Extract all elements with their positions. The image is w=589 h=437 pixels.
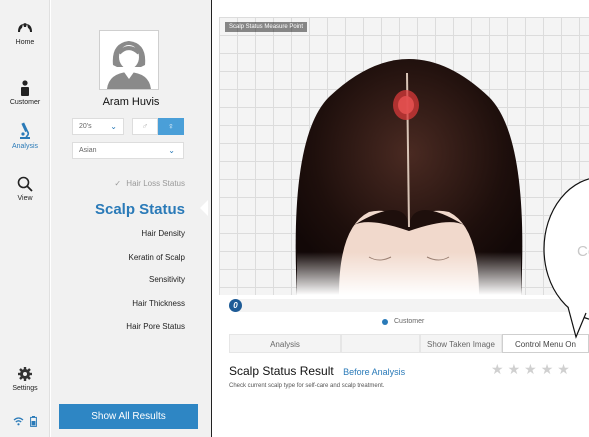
result-heading: Scalp Status Result [229,364,334,378]
star-icon: ★ [507,361,521,377]
profile-panel: Aram Huvis 20's ⌄ ♂ ♀ Asian ⌄ ✓ Hair Los… [51,0,211,437]
status-bar [0,416,50,427]
star-icon: ★ [540,361,554,377]
nav-label-home: Home [15,39,35,46]
viewport-label: Scalp Status Measure Point [225,22,308,32]
nav-rail: Home Customer Analysis View Settings [0,0,50,437]
timeline-knob[interactable]: 0 [229,299,242,312]
legend-label: Customer [394,318,425,325]
menu-item-hair-loss-status[interactable]: ✓ Hair Loss Status [114,179,185,188]
gender-female-toggle[interactable]: ♀ [158,118,184,135]
action-bar-spacer [341,334,420,353]
callout-bubble [543,178,589,339]
menu-item-label: Hair Loss Status [126,179,185,188]
nav-customer[interactable]: Customer [0,80,50,106]
microscope-icon [20,122,30,139]
magnifier-icon [17,176,33,192]
star-icon: ★ [491,361,504,377]
menu-item-hair-density[interactable]: Hair Density [141,229,185,238]
home-icon [18,23,32,32]
avatar[interactable] [99,30,159,90]
show-all-results-button[interactable]: Show All Results [59,404,198,429]
star-icon: ★ [524,361,537,377]
nav-view[interactable]: View [0,176,50,202]
scalp-viewport[interactable]: Scalp Status Measure Point [219,17,589,295]
age-value: 20's [79,123,92,130]
ethnicity-value: Asian [79,147,97,154]
callout-text: Co [577,243,589,260]
analysis-button[interactable]: Analysis [229,334,341,353]
male-icon: ♂ [141,121,149,131]
nav-analysis[interactable]: Analysis [0,122,50,150]
legend: Customer [382,318,424,325]
nav-settings[interactable]: Settings [0,366,50,392]
action-bar: Analysis Show Taken Image Control Menu O… [229,334,589,353]
nav-label-analysis: Analysis [11,143,39,150]
ethnicity-select[interactable]: Asian ⌄ [72,142,184,159]
active-menu-pointer [200,200,208,216]
menu-item-hair-thickness[interactable]: Hair Thickness [132,299,185,308]
menu-item-scalp-status[interactable]: Scalp Status [95,201,185,218]
show-taken-image-button[interactable]: Show Taken Image [420,334,502,353]
customer-icon [21,80,29,96]
battery-icon [30,416,37,427]
nav-home[interactable]: Home [0,22,50,46]
user-name: Aram Huvis [102,96,160,108]
result-description: Check current scalp type for self-care a… [229,383,385,389]
gender-male-toggle[interactable]: ♂ [132,118,158,135]
star-icon: ★ [557,361,570,377]
chevron-down-icon: ⌄ [168,146,175,155]
rating-stars: ★ ★ ★ ★ ★ [491,362,570,376]
age-select[interactable]: 20's ⌄ [72,118,124,135]
menu-item-sensitivity[interactable]: Sensitivity [149,275,185,284]
menu-item-keratin[interactable]: Keratin of Scalp [129,253,185,262]
gear-icon [18,367,32,381]
nav-label-settings: Settings [12,385,38,392]
user-avatar-icon [107,41,151,89]
timeline-slider[interactable]: 0 [229,299,589,312]
menu-item-hair-pore[interactable]: Hair Pore Status [126,322,185,331]
legend-dot-icon [382,318,388,325]
head-illustration [295,59,523,295]
chevron-down-icon: ⌄ [110,122,117,131]
checkmark-icon: ✓ [114,179,122,188]
female-icon: ♀ [167,121,175,131]
result-subtitle: Before Analysis [343,367,406,377]
result-title: Scalp Status Result Before Analysis [229,364,405,378]
nav-label-customer: Customer [9,99,41,106]
wifi-icon [13,417,24,426]
main-content: Scalp Status Measure Point 0 Customer An… [215,0,589,437]
nav-label-view: View [17,195,33,202]
